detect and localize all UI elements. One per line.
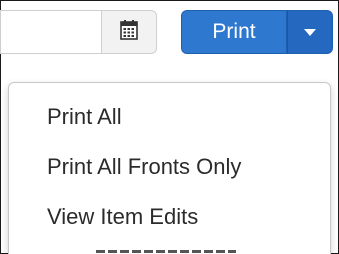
menu-item-view-item-edits[interactable]: View Item Edits <box>47 204 198 230</box>
print-dropdown-toggle[interactable] <box>287 10 333 54</box>
menu-item-print-all[interactable]: Print All <box>47 104 122 130</box>
caret-down-icon <box>304 28 316 36</box>
print-dropdown-menu: Print All Print All Fronts Only View Ite… <box>8 82 331 254</box>
obscured-background-text <box>96 247 236 253</box>
print-button[interactable]: Print <box>181 10 287 54</box>
calendar-icon <box>120 19 138 45</box>
print-button-label: Print <box>212 20 256 43</box>
date-input[interactable] <box>0 10 101 54</box>
calendar-button[interactable] <box>101 10 157 54</box>
menu-item-print-all-fronts-only[interactable]: Print All Fronts Only <box>47 154 241 180</box>
